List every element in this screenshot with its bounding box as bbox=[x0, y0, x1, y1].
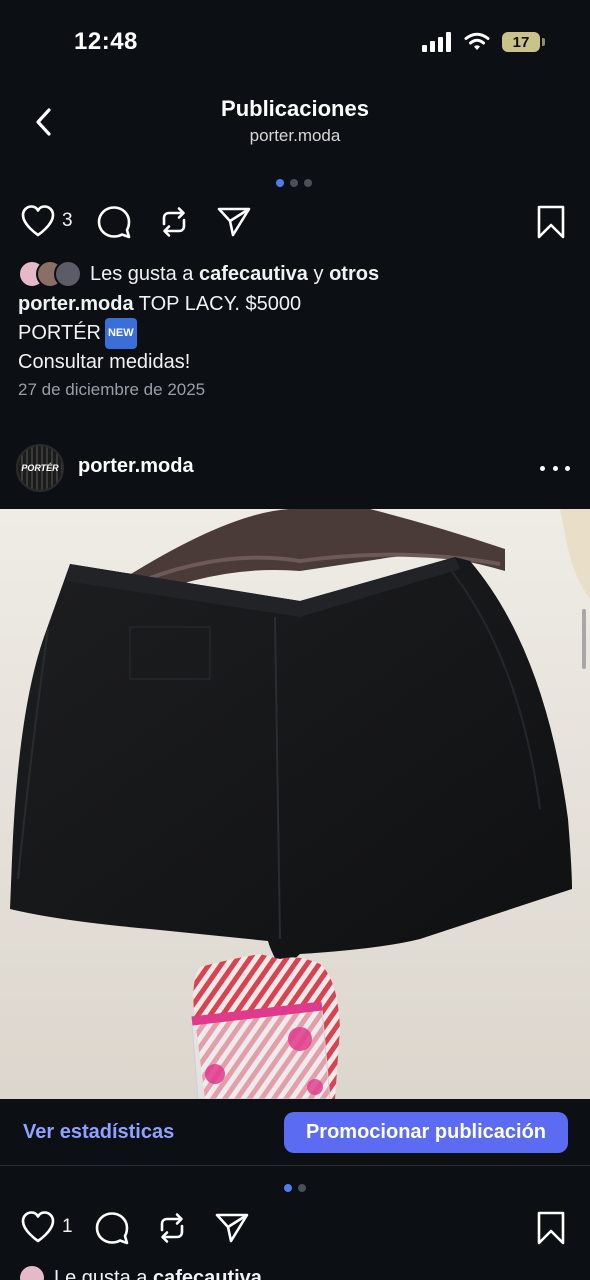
status-bar: 12:48 17 bbox=[0, 0, 590, 88]
carousel-dots bbox=[276, 179, 312, 187]
avatar[interactable]: PORTÉR bbox=[16, 444, 64, 492]
post-image[interactable] bbox=[0, 509, 590, 1099]
battery-icon: 17 bbox=[502, 32, 545, 52]
more-dot bbox=[565, 465, 570, 471]
liker-avatars bbox=[18, 1264, 46, 1280]
comment-icon bbox=[97, 206, 131, 239]
post-header: PORTÉR porter.moda bbox=[0, 440, 590, 496]
avatar bbox=[18, 1264, 46, 1280]
likes-user-link[interactable]: cafecautiva bbox=[199, 263, 308, 286]
post-actions: 1 bbox=[0, 1206, 590, 1252]
like-button[interactable]: 3 bbox=[20, 204, 73, 238]
carousel-dot-active bbox=[284, 1184, 292, 1192]
scroll-indicator[interactable] bbox=[582, 609, 586, 669]
repost-button[interactable] bbox=[156, 204, 192, 240]
more-options-button[interactable] bbox=[540, 458, 570, 478]
likes-connector: y bbox=[307, 262, 330, 285]
comment-icon bbox=[95, 1212, 129, 1245]
caption-text: TOP LACY. $5000 bbox=[133, 293, 302, 315]
carousel-dot bbox=[298, 1184, 306, 1192]
save-button[interactable] bbox=[536, 1210, 566, 1246]
shorts-photo bbox=[0, 509, 590, 1099]
more-dot bbox=[540, 465, 545, 471]
post-actions: 3 bbox=[0, 200, 590, 246]
bookmark-icon bbox=[537, 1211, 565, 1245]
likes-summary[interactable]: Les gusta a cafecautiva y otros bbox=[18, 258, 379, 290]
bookmark-icon bbox=[537, 205, 565, 239]
comment-button[interactable] bbox=[96, 204, 132, 240]
post-username[interactable]: porter.moda bbox=[78, 455, 194, 478]
header: Publicaciones porter.moda bbox=[0, 88, 590, 158]
repost-button[interactable] bbox=[154, 1210, 190, 1246]
likes-others-link[interactable]: otros bbox=[329, 263, 379, 286]
more-dot bbox=[552, 465, 558, 471]
like-count: 3 bbox=[62, 210, 73, 231]
send-icon bbox=[215, 1213, 249, 1243]
carousel-dot-active bbox=[276, 179, 284, 187]
page-subtitle[interactable]: porter.moda bbox=[0, 126, 590, 146]
post-date: 27 de diciembre de 2025 bbox=[18, 380, 206, 399]
share-button[interactable] bbox=[216, 204, 252, 240]
likes-prefix: Les gusta a bbox=[90, 262, 199, 285]
likes-user-link[interactable]: cafecautiva bbox=[153, 1267, 262, 1280]
carousel-dots bbox=[284, 1184, 306, 1192]
comment-button[interactable] bbox=[94, 1210, 130, 1246]
carousel-dot bbox=[290, 179, 298, 187]
insights-bar: Ver estadísticas Promocionar publicación bbox=[0, 1100, 590, 1166]
view-insights-link[interactable]: Ver estadísticas bbox=[23, 1121, 174, 1144]
repost-icon bbox=[160, 1213, 184, 1243]
heart-icon bbox=[21, 1211, 55, 1243]
avatar bbox=[54, 260, 82, 288]
caption-note: Consultar medidas! bbox=[18, 351, 191, 373]
new-badge: NEW bbox=[104, 318, 137, 349]
wifi-icon bbox=[464, 32, 490, 50]
avatar-logo-text: PORTÉR bbox=[21, 463, 59, 473]
page-title: Publicaciones bbox=[221, 96, 369, 121]
caption-username[interactable]: porter.moda bbox=[18, 293, 134, 315]
promote-post-button[interactable]: Promocionar publicación bbox=[284, 1112, 568, 1153]
likes-prefix: Le gusta a bbox=[54, 1266, 153, 1280]
repost-icon bbox=[162, 207, 186, 237]
status-time: 12:48 bbox=[74, 28, 138, 55]
likes-summary[interactable]: Le gusta a cafecautiva bbox=[18, 1264, 262, 1280]
status-icons: 17 bbox=[422, 32, 545, 52]
save-button[interactable] bbox=[536, 204, 566, 240]
heart-icon bbox=[21, 205, 55, 237]
share-button[interactable] bbox=[214, 1210, 250, 1246]
signal-icon bbox=[422, 32, 451, 52]
like-count: 1 bbox=[62, 1216, 73, 1237]
carousel-dot bbox=[304, 179, 312, 187]
battery-level: 17 bbox=[512, 33, 530, 51]
liker-avatars bbox=[18, 260, 82, 288]
post-caption: porter.moda TOP LACY. $5000 PORTÉR NEW Co… bbox=[18, 291, 558, 376]
like-button[interactable]: 1 bbox=[20, 1210, 73, 1244]
send-icon bbox=[217, 207, 251, 237]
caption-brand: PORTÉR bbox=[18, 322, 101, 344]
